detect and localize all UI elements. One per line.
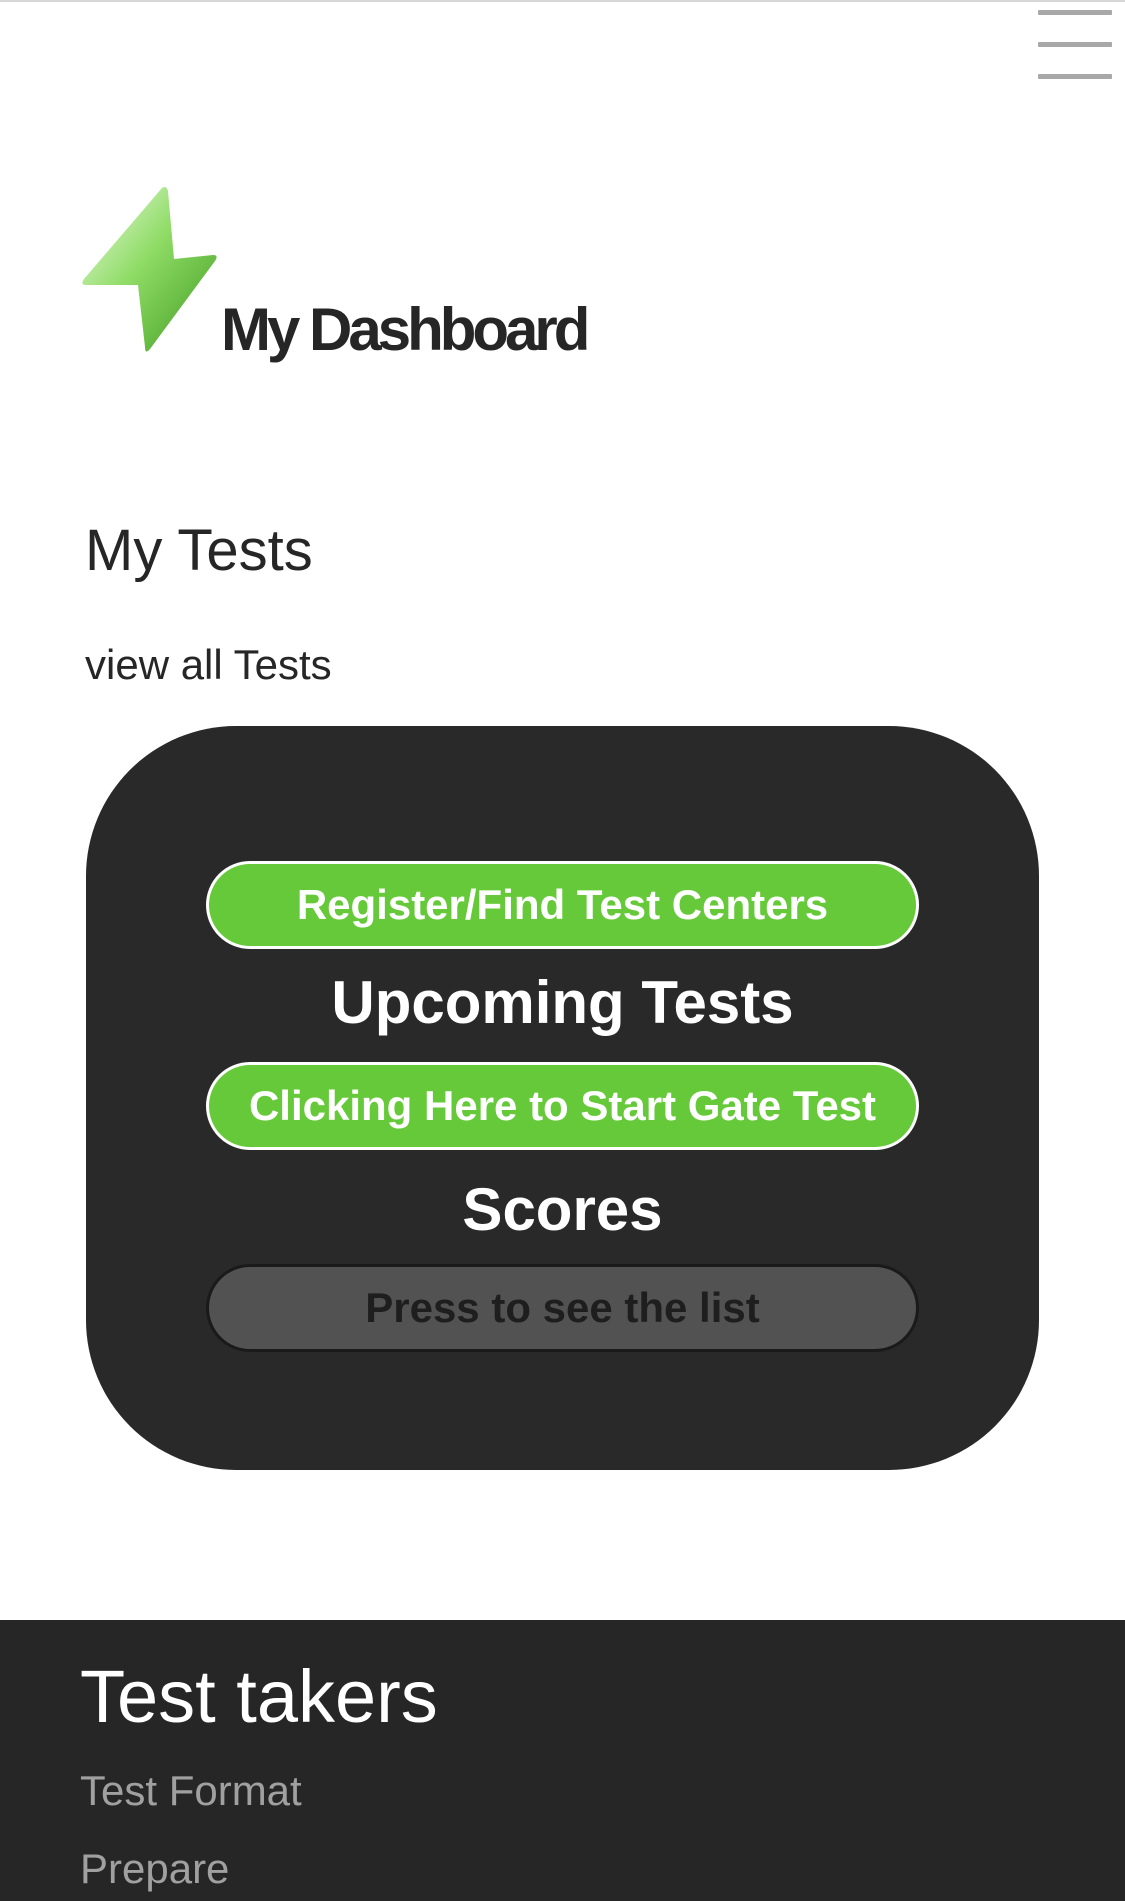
my-tests-heading: My Tests	[85, 518, 313, 583]
scores-heading: Scores	[462, 1176, 663, 1243]
footer-title: Test takers	[80, 1655, 438, 1738]
upcoming-tests-heading: Upcoming Tests	[331, 969, 794, 1036]
footer: Test takers Test Format Prepare	[0, 1620, 1125, 1901]
footer-link-test-format[interactable]: Test Format	[80, 1770, 302, 1812]
menu-bar	[1038, 10, 1112, 15]
view-all-tests-link[interactable]: view all Tests	[85, 644, 332, 686]
page: My Dashboard My Tests view all Tests Reg…	[0, 0, 1125, 1901]
lightning-bolt-icon	[82, 187, 217, 352]
see-scores-list-button[interactable]: Press to see the list	[206, 1264, 919, 1352]
menu-bar	[1038, 42, 1112, 47]
start-gate-test-button[interactable]: Clicking Here to Start Gate Test	[206, 1062, 919, 1150]
footer-link-prepare[interactable]: Prepare	[80, 1848, 229, 1890]
menu-bar	[1038, 74, 1112, 79]
page-title: My Dashboard	[221, 296, 590, 363]
top-divider	[0, 0, 1125, 2]
hamburger-menu-icon[interactable]	[1036, 10, 1114, 80]
register-find-test-centers-button[interactable]: Register/Find Test Centers	[206, 861, 919, 949]
